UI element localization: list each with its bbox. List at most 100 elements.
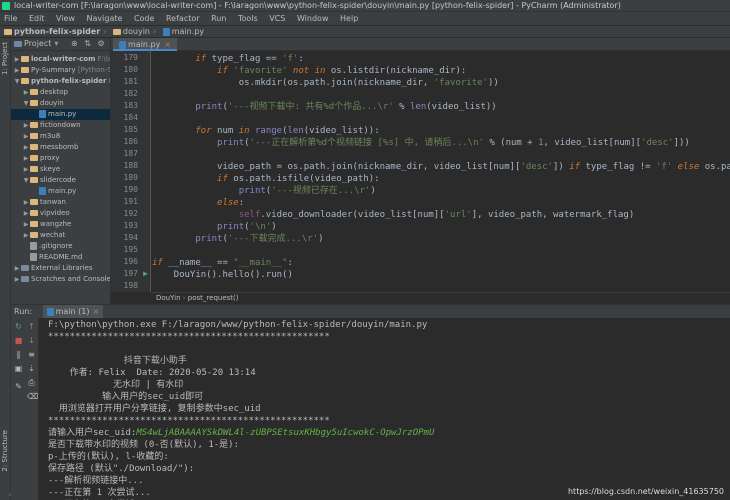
window-title-bar: local-writer-com [F:\laragon\www\local-w… bbox=[0, 0, 730, 12]
tree-item[interactable]: ▶ proxy bbox=[11, 153, 60, 164]
pin-icon[interactable]: ✎ bbox=[14, 382, 23, 391]
rerun-icon[interactable]: ↻ bbox=[14, 322, 23, 331]
stop-icon[interactable]: ■ bbox=[14, 336, 23, 345]
tree-item[interactable]: ▶ vipvideo bbox=[11, 208, 70, 219]
project-view-selector[interactable]: Project bbox=[24, 39, 51, 48]
menu-run[interactable]: Run bbox=[211, 14, 226, 23]
collapsed-arrow-icon[interactable]: ▶ bbox=[13, 65, 21, 76]
tree-item[interactable]: README.md bbox=[11, 252, 82, 263]
tree-item[interactable]: ▶ desktop bbox=[11, 87, 68, 98]
close-icon[interactable]: × bbox=[92, 307, 99, 316]
tree-item[interactable]: ▶ Scratches and Consoles bbox=[11, 274, 110, 285]
collapsed-arrow-icon[interactable]: ▶ bbox=[22, 120, 30, 131]
structure-tool-tab[interactable]: 2: Structure bbox=[1, 430, 9, 472]
tree-item-label: slidercode bbox=[40, 176, 76, 184]
line-number: 192 bbox=[123, 209, 138, 218]
menu-refactor[interactable]: Refactor bbox=[166, 14, 200, 23]
tree-item[interactable]: ▶ skeye bbox=[11, 164, 61, 175]
breadcrumb-class[interactable]: DouYin bbox=[156, 294, 181, 302]
tree-item[interactable]: ▶ Py-Summary [Python-Summ... bbox=[11, 65, 110, 76]
tree-item[interactable]: ▶ messbomb bbox=[11, 142, 79, 153]
menu-file[interactable]: File bbox=[4, 14, 17, 23]
menu-help[interactable]: Help bbox=[340, 14, 358, 23]
expanded-arrow-icon[interactable]: ▼ bbox=[22, 175, 30, 186]
tree-item[interactable]: ▶ wangzhe bbox=[11, 219, 72, 230]
tree-item[interactable]: ▼python-felix-spider F:\lar... bbox=[11, 76, 110, 87]
line-number: 191 bbox=[123, 197, 138, 206]
navigation-bar: python-felix-spider › douyin › main.py bbox=[0, 25, 730, 38]
scroll-to-end-icon[interactable]: ⇣ bbox=[27, 364, 36, 373]
soft-wrap-icon[interactable]: ≡ bbox=[27, 350, 36, 359]
delete-icon[interactable]: ⌫ bbox=[27, 392, 38, 401]
tree-item[interactable]: ▶ wechat bbox=[11, 230, 66, 241]
collapsed-arrow-icon[interactable]: ▶ bbox=[13, 274, 21, 285]
collapsed-arrow-icon[interactable]: ▶ bbox=[13, 263, 21, 274]
tree-item[interactable]: ▶ External Libraries bbox=[11, 263, 93, 274]
menu-window[interactable]: Window bbox=[297, 14, 329, 23]
console-line: 作者: Felix Date: 2020-05-20 13:14 bbox=[48, 367, 256, 379]
run-gutter-icon[interactable]: ▶ bbox=[143, 269, 148, 278]
tree-item[interactable]: ▼ slidercode bbox=[11, 175, 76, 186]
nav-crumb-file[interactable]: main.py bbox=[162, 26, 204, 37]
pause-icon[interactable]: ‖ bbox=[14, 350, 23, 359]
library-icon bbox=[21, 265, 29, 271]
up-arrow-icon[interactable]: ↑ bbox=[27, 322, 36, 331]
collapse-icon[interactable]: ⇅ bbox=[84, 39, 91, 48]
collapsed-arrow-icon[interactable]: ▶ bbox=[22, 208, 30, 219]
left-tool-stripe: 1: Project 2: Structure 2: Favorites bbox=[0, 38, 17, 500]
nav-crumb-project[interactable]: python-felix-spider bbox=[4, 26, 100, 37]
code-line: if 'favorite' not in os.listdir(nickname… bbox=[217, 66, 467, 76]
tree-item[interactable]: ▶ local-writer-com F:\laragon\... bbox=[11, 54, 110, 65]
tree-item[interactable]: .gitignore bbox=[11, 241, 73, 252]
line-number: 179 bbox=[123, 53, 138, 62]
menu-navigate[interactable]: Navigate bbox=[87, 14, 123, 23]
console-line-text: 作者: Felix Date: 2020-05-20 13:14 bbox=[48, 368, 256, 378]
close-icon[interactable]: × bbox=[164, 40, 171, 49]
locate-icon[interactable]: ⊕ bbox=[71, 39, 78, 48]
line-number: 183 bbox=[123, 101, 138, 110]
collapsed-arrow-icon[interactable]: ▶ bbox=[22, 131, 30, 142]
tree-item-path: F:\laragon\... bbox=[97, 55, 110, 63]
gear-icon[interactable]: ⚙ bbox=[97, 39, 104, 48]
tree-item[interactable]: main.py bbox=[11, 109, 110, 120]
folder-icon bbox=[30, 232, 38, 238]
code-editor[interactable]: if type_flag == 'f': if 'favorite' not i… bbox=[152, 51, 730, 292]
tree-item-label: douyin bbox=[40, 99, 64, 107]
project-tool-tab[interactable]: 1: Project bbox=[1, 42, 9, 75]
collapsed-arrow-icon[interactable]: ▶ bbox=[13, 54, 21, 65]
menu-vcs[interactable]: VCS bbox=[269, 14, 285, 23]
editor-gutter: 179 180 181 182 183 184 185 186 187 188 189 190 191 1… bbox=[111, 51, 151, 292]
tree-item[interactable]: main.py bbox=[11, 186, 76, 197]
run-tab-main[interactable]: main (1) × bbox=[42, 305, 104, 319]
console-line: 用浏览器打开用户分享链接, 复制参数中sec_uid bbox=[48, 403, 261, 415]
run-console[interactable]: F:\python\python.exe F:/laragon/www/pyth… bbox=[40, 318, 730, 500]
breadcrumb-method[interactable]: post_request() bbox=[188, 294, 239, 302]
collapsed-arrow-icon[interactable]: ▶ bbox=[22, 164, 30, 175]
menu-code[interactable]: Code bbox=[134, 14, 154, 23]
collapsed-arrow-icon[interactable]: ▶ bbox=[22, 142, 30, 153]
menu-view[interactable]: View bbox=[56, 14, 75, 23]
tree-item[interactable]: ▶ tanwan bbox=[11, 197, 66, 208]
collapsed-arrow-icon[interactable]: ▶ bbox=[22, 87, 30, 98]
menu-tools[interactable]: Tools bbox=[238, 14, 258, 23]
line-number: 186 bbox=[123, 137, 138, 146]
collapsed-arrow-icon[interactable]: ▶ bbox=[22, 219, 30, 230]
down-arrow-icon[interactable]: ↓ bbox=[27, 336, 36, 345]
collapsed-arrow-icon[interactable]: ▶ bbox=[22, 153, 30, 164]
print-icon[interactable]: ⎙ bbox=[27, 378, 36, 387]
code-line: print('---视频下载中: 共有%d个作品...\r' % len(vid… bbox=[195, 102, 497, 112]
tree-item[interactable]: ▶ fictiondown bbox=[11, 120, 81, 131]
nav-crumb-folder[interactable]: douyin bbox=[112, 26, 150, 37]
tree-item-label: main.py bbox=[48, 110, 77, 118]
menu-edit[interactable]: Edit bbox=[29, 14, 45, 23]
tree-item[interactable]: ▼ douyin bbox=[11, 98, 64, 109]
expanded-arrow-icon[interactable]: ▼ bbox=[22, 98, 30, 109]
tree-item[interactable]: ▶ m3u8 bbox=[11, 131, 60, 142]
restore-layout-icon[interactable]: ▣ bbox=[14, 364, 23, 373]
chevron-down-icon[interactable]: ▾ bbox=[54, 39, 58, 48]
code-line: os.mkdir(os.path.join(nickname_dir, 'fav… bbox=[152, 78, 499, 88]
expanded-arrow-icon[interactable]: ▼ bbox=[13, 76, 21, 87]
collapsed-arrow-icon[interactable]: ▶ bbox=[22, 230, 30, 241]
collapsed-arrow-icon[interactable]: ▶ bbox=[22, 197, 30, 208]
editor-tab-main-py[interactable]: main.py × bbox=[113, 38, 178, 51]
